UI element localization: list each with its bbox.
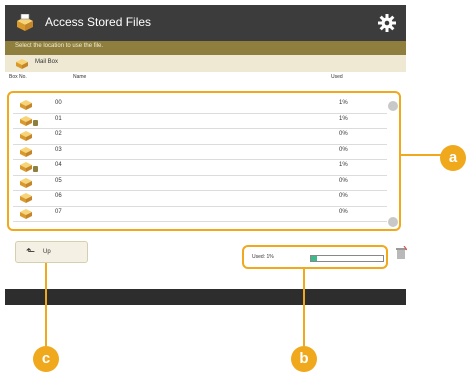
up-button[interactable]: ⬑ Up	[15, 241, 88, 263]
box-used: 1%	[339, 100, 348, 106]
box-used: 1%	[339, 162, 348, 168]
instruction-text: Select the location to use the file.	[15, 43, 104, 49]
box-icon	[20, 146, 32, 157]
callout-line-c	[45, 263, 47, 346]
box-number: 04	[55, 162, 62, 168]
page-title: Access Stored Files	[45, 15, 152, 29]
box-row[interactable]: 01 1%	[13, 113, 387, 129]
box-icon	[20, 115, 32, 126]
box-row[interactable]: 03 0%	[13, 144, 387, 160]
box-number: 01	[55, 115, 62, 122]
box-used: 0%	[339, 146, 348, 153]
box-number: 07	[55, 208, 62, 215]
box-row[interactable]: 00 1%	[13, 97, 387, 114]
box-icon	[20, 162, 32, 172]
mail-box-bar: Mail Box	[5, 55, 406, 72]
box-row[interactable]: 06 0%	[13, 190, 387, 207]
scroll-down-button[interactable]	[388, 217, 398, 227]
bottom-bar	[5, 289, 406, 305]
box-icon	[20, 177, 32, 188]
callout-marker-b: b	[291, 346, 317, 372]
column-used: Used	[331, 74, 343, 80]
box-row[interactable]: 07 0%	[13, 206, 387, 222]
column-header: Box No. Name Used	[5, 72, 406, 83]
mail-box-icon	[16, 59, 28, 69]
gear-icon[interactable]	[377, 13, 397, 33]
box-number: 00	[55, 100, 62, 106]
box-used: 0%	[339, 193, 348, 199]
box-used: 0%	[339, 131, 348, 137]
used-value: 1%	[266, 254, 274, 260]
callout-marker-c: c	[33, 346, 59, 372]
box-icon	[20, 193, 32, 203]
callout-line-a	[401, 154, 441, 156]
column-box-no: Box No.	[9, 74, 27, 80]
used-gauge-fill	[311, 256, 317, 261]
box-icon	[20, 131, 32, 141]
access-stored-files-screen: Access Stored Files Select the location …	[5, 5, 407, 305]
box-number: 02	[55, 131, 62, 137]
box-used: 0%	[339, 208, 348, 215]
used-status: Used: 1%	[242, 245, 388, 269]
box-row[interactable]: 04 1%	[13, 159, 387, 176]
lock-icon	[33, 166, 38, 172]
used-gauge	[310, 255, 384, 262]
box-number: 03	[55, 146, 62, 153]
box-icon	[20, 100, 32, 110]
box-icon	[20, 208, 32, 219]
box-number: 05	[55, 177, 62, 184]
box-used: 0%	[339, 177, 348, 184]
scroll-up-button[interactable]	[388, 101, 398, 111]
instruction-bar: Select the location to use the file.	[5, 41, 406, 55]
callout-line-b	[303, 269, 305, 346]
callout-marker-a: a	[440, 145, 466, 171]
delete-icon[interactable]	[395, 246, 407, 260]
used-label: Used:	[252, 254, 266, 260]
lock-icon	[33, 119, 38, 126]
mail-box-label: Mail Box	[35, 59, 59, 65]
box-used: 1%	[339, 115, 348, 122]
title-bar: Access Stored Files	[5, 5, 406, 41]
up-arrow-icon: ⬑	[26, 246, 36, 258]
box-number: 06	[55, 193, 62, 199]
stored-files-icon	[17, 14, 33, 31]
box-row[interactable]: 05 0%	[13, 175, 387, 191]
column-name: Name	[73, 74, 87, 80]
box-list: 00 1% 01 1% 02 0% 03 0% 04 1% 05 0% 06 0…	[7, 91, 401, 231]
box-row[interactable]: 02 0%	[13, 128, 387, 145]
up-button-label: Up	[43, 249, 51, 255]
